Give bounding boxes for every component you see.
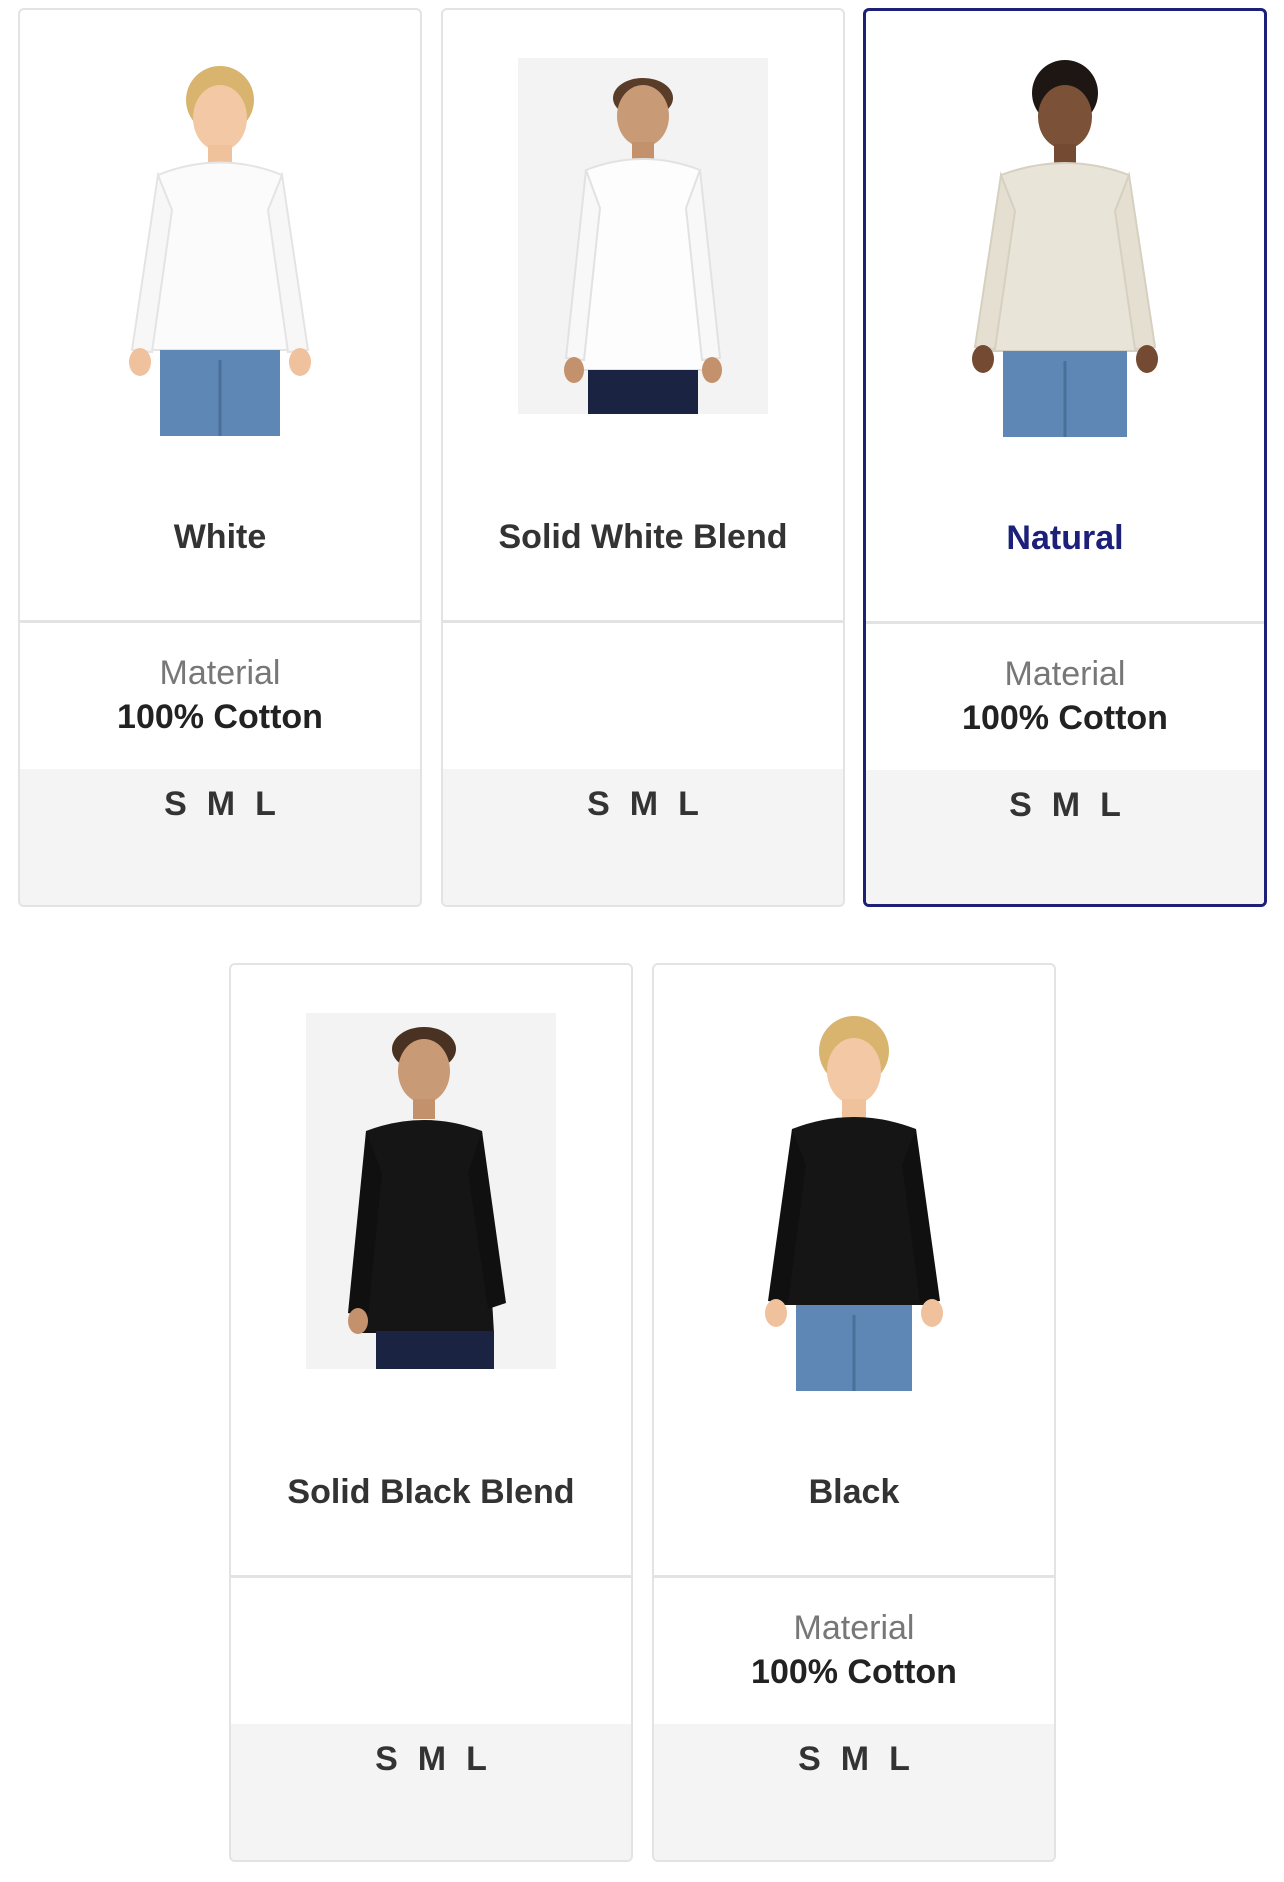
- color-name: White: [173, 518, 267, 556]
- product-card-solid-black-blend[interactable]: Solid Black Blend SML: [229, 963, 633, 1862]
- sizes-section: SML: [654, 1724, 1054, 1860]
- material-label: Material: [159, 654, 281, 692]
- product-card-solid-white-blend[interactable]: Solid White Blend SML: [441, 8, 845, 907]
- photo-area: Natural: [866, 11, 1264, 623]
- model-photo-black: [724, 1005, 984, 1393]
- color-name: Black: [808, 1473, 900, 1511]
- size-m: M: [840, 1740, 870, 1778]
- model-photo-solid-white-blend: [518, 58, 768, 414]
- size-m: M: [206, 785, 236, 823]
- size-l: L: [466, 1740, 487, 1778]
- sizes-section: SML: [231, 1724, 631, 1860]
- material-section: Material 100% Cotton: [654, 1578, 1054, 1724]
- photo-area: Solid White Blend: [443, 10, 843, 622]
- product-card-white[interactable]: White Material 100% Cotton SML: [18, 8, 422, 907]
- color-name: Natural: [1006, 519, 1124, 557]
- material-label: Material: [1004, 655, 1126, 693]
- product-card-black[interactable]: Black Material 100% Cotton SML: [652, 963, 1056, 1862]
- size-s: S: [375, 1740, 398, 1778]
- photo-area: Solid Black Blend: [231, 965, 631, 1577]
- size-l: L: [1100, 786, 1121, 824]
- sizes-section: SML: [20, 769, 420, 905]
- size-s: S: [164, 785, 187, 823]
- size-m: M: [629, 785, 659, 823]
- size-l: L: [255, 785, 276, 823]
- material-label: Material: [793, 1609, 915, 1647]
- photo-area: Black: [654, 965, 1054, 1577]
- material-value: 100% Cotton: [751, 1653, 957, 1691]
- material-value: 100% Cotton: [962, 699, 1168, 737]
- model-photo-white: [90, 50, 350, 438]
- product-card-natural[interactable]: Natural Material 100% Cotton SML: [863, 8, 1267, 907]
- color-name: Solid Black Blend: [287, 1473, 575, 1511]
- material-value: 100% Cotton: [117, 698, 323, 736]
- sizes-section: SML: [866, 770, 1264, 904]
- model-photo-solid-black-blend: [306, 1013, 556, 1369]
- size-l: L: [889, 1740, 910, 1778]
- material-section: Material 100% Cotton: [20, 623, 420, 769]
- size-m: M: [417, 1740, 447, 1778]
- photo-area: White: [20, 10, 420, 622]
- material-section: [443, 623, 843, 769]
- color-name: Solid White Blend: [498, 518, 788, 556]
- size-s: S: [587, 785, 610, 823]
- size-s: S: [798, 1740, 821, 1778]
- size-s: S: [1009, 786, 1032, 824]
- size-m: M: [1051, 786, 1081, 824]
- size-l: L: [678, 785, 699, 823]
- sizes-section: SML: [443, 769, 843, 905]
- material-section: [231, 1578, 631, 1724]
- model-photo-natural: [935, 51, 1195, 439]
- material-section: Material 100% Cotton: [866, 624, 1264, 770]
